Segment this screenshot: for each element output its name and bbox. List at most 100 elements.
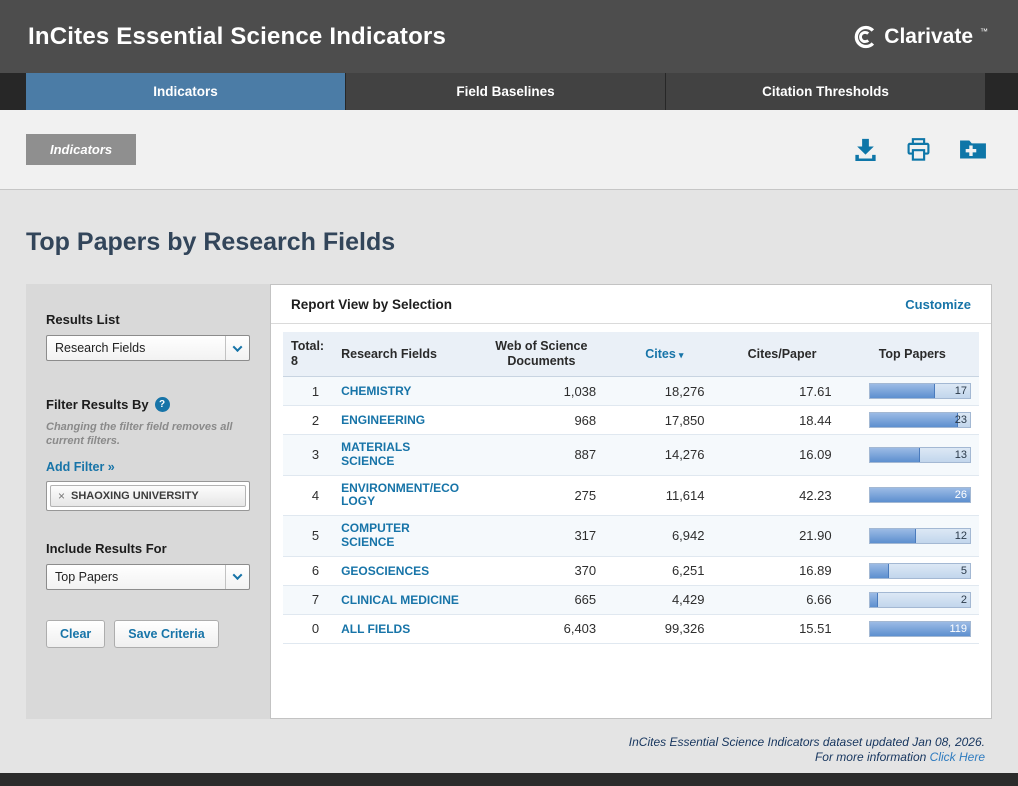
filter-chip[interactable]: × SHAOXING UNIVERSITY <box>50 485 246 507</box>
download-icon[interactable] <box>852 136 879 163</box>
main-tab-bar: Indicators Field Baselines Citation Thre… <box>0 73 1018 110</box>
total-header: Total: 8 <box>283 332 335 377</box>
top-papers-bar: 17 <box>869 383 971 399</box>
tab-citation-thresholds[interactable]: Citation Thresholds <box>666 73 985 110</box>
top-papers-value: 119 <box>949 623 967 635</box>
filter-chip-label: SHAOXING UNIVERSITY <box>71 490 199 502</box>
table-body: 1CHEMISTRY1,03818,27617.61172ENGINEERING… <box>283 377 979 644</box>
research-field-link[interactable]: MATERIALS SCIENCE <box>341 441 461 469</box>
research-field-link[interactable]: ENGINEERING <box>341 414 425 428</box>
rank-cell: 6 <box>283 556 335 585</box>
folder-add-icon[interactable] <box>958 136 988 163</box>
top-papers-value: 17 <box>955 385 967 397</box>
top-papers-cell: 119 <box>846 614 979 643</box>
research-field-link[interactable]: CHEMISTRY <box>341 385 411 399</box>
research-field-link[interactable]: ALL FIELDS <box>341 623 410 637</box>
report-title: Report View by Selection <box>291 297 452 312</box>
save-criteria-button[interactable]: Save Criteria <box>114 620 218 648</box>
sidebar-buttons: Clear Save Criteria <box>46 620 250 648</box>
report-table: Total: 8 Research Fields Web of Science … <box>283 332 979 644</box>
help-icon[interactable]: ? <box>155 397 170 412</box>
click-here-link[interactable]: Click Here <box>930 750 985 764</box>
rank-cell: 5 <box>283 516 335 557</box>
table-header: Total: 8 Research Fields Web of Science … <box>283 332 979 377</box>
cites-per-paper-cell: 18.44 <box>719 406 846 435</box>
column-research-fields: Research Fields <box>335 332 473 377</box>
remove-filter-icon[interactable]: × <box>58 489 65 503</box>
field-cell: CHEMISTRY <box>335 377 473 406</box>
print-icon[interactable] <box>905 136 932 163</box>
cites-per-paper-cell: 16.89 <box>719 556 846 585</box>
report-panel: Report View by Selection Customize Total… <box>270 284 992 719</box>
content-area: Results List Research Fields Filter Resu… <box>26 284 992 719</box>
clear-button[interactable]: Clear <box>46 620 105 648</box>
cites-per-paper-cell: 15.51 <box>719 614 846 643</box>
cites-per-paper-cell: 17.61 <box>719 377 846 406</box>
cites-cell: 4,429 <box>610 585 718 614</box>
tab-field-baselines[interactable]: Field Baselines <box>346 73 665 110</box>
top-papers-bar: 12 <box>869 528 971 544</box>
cites-sort-link[interactable]: Cites▾ <box>645 347 683 361</box>
top-papers-cell: 26 <box>846 475 979 516</box>
table-row: 3MATERIALS SCIENCE88714,27616.0913 <box>283 435 979 476</box>
table-row: 4ENVIRONMENT/ECOLOGY27511,61442.2326 <box>283 475 979 516</box>
table-row: 2ENGINEERING96817,85018.4423 <box>283 406 979 435</box>
clarivate-logo-icon <box>853 25 877 49</box>
top-papers-cell: 5 <box>846 556 979 585</box>
filter-chip-box: × SHAOXING UNIVERSITY <box>46 481 250 511</box>
include-results-label: Include Results For <box>46 541 250 556</box>
filter-results-label: Filter Results By ? <box>46 397 250 412</box>
column-wos-documents: Web of Science Documents <box>473 332 611 377</box>
cites-cell: 11,614 <box>610 475 718 516</box>
top-papers-bar: 5 <box>869 563 971 579</box>
field-cell: CLINICAL MEDICINE <box>335 585 473 614</box>
research-field-link[interactable]: CLINICAL MEDICINE <box>341 594 459 608</box>
column-cites: Cites▾ <box>610 332 718 377</box>
footer-note: InCites Essential Science Indicators dat… <box>0 735 985 765</box>
top-papers-cell: 13 <box>846 435 979 476</box>
table-row: 0ALL FIELDS6,40399,32615.51119 <box>283 614 979 643</box>
table-row: 1CHEMISTRY1,03818,27617.6117 <box>283 377 979 406</box>
top-papers-bar: 26 <box>869 487 971 503</box>
trademark-symbol: ™ <box>980 27 988 36</box>
top-papers-cell: 17 <box>846 377 979 406</box>
research-field-link[interactable]: COMPUTER SCIENCE <box>341 522 461 550</box>
clarivate-logo-text: Clarivate <box>884 25 973 49</box>
rank-cell: 0 <box>283 614 335 643</box>
cites-per-paper-cell: 16.09 <box>719 435 846 476</box>
cites-cell: 6,942 <box>610 516 718 557</box>
cites-cell: 14,276 <box>610 435 718 476</box>
cites-cell: 99,326 <box>610 614 718 643</box>
field-cell: ALL FIELDS <box>335 614 473 643</box>
wos-documents-cell: 1,038 <box>473 377 611 406</box>
field-cell: ENGINEERING <box>335 406 473 435</box>
field-cell: MATERIALS SCIENCE <box>335 435 473 476</box>
rank-cell: 4 <box>283 475 335 516</box>
rank-cell: 3 <box>283 435 335 476</box>
cites-cell: 17,850 <box>610 406 718 435</box>
include-results-select[interactable]: Top Papers <box>46 564 250 590</box>
customize-link[interactable]: Customize <box>905 297 971 312</box>
tab-indicators[interactable]: Indicators <box>26 73 345 110</box>
breadcrumb-indicators[interactable]: Indicators <box>26 134 136 165</box>
results-list-select[interactable]: Research Fields <box>46 335 250 361</box>
top-papers-bar: 119 <box>869 621 971 637</box>
report-header: Report View by Selection Customize <box>271 285 991 324</box>
research-field-link[interactable]: GEOSCIENCES <box>341 565 429 579</box>
cites-per-paper-cell: 6.66 <box>719 585 846 614</box>
wos-documents-cell: 968 <box>473 406 611 435</box>
more-info-text: For more information <box>815 750 926 764</box>
top-papers-bar: 2 <box>869 592 971 608</box>
filters-sidebar: Results List Research Fields Filter Resu… <box>26 284 270 719</box>
wos-documents-cell: 370 <box>473 556 611 585</box>
filter-note: Changing the filter field removes all cu… <box>46 420 242 449</box>
field-cell: ENVIRONMENT/ECOLOGY <box>335 475 473 516</box>
top-papers-cell: 2 <box>846 585 979 614</box>
research-field-link[interactable]: ENVIRONMENT/ECOLOGY <box>341 482 461 510</box>
top-papers-cell: 12 <box>846 516 979 557</box>
wos-documents-cell: 317 <box>473 516 611 557</box>
toolbar-actions <box>852 136 988 163</box>
add-filter-link[interactable]: Add Filter » <box>46 460 115 474</box>
page-title: Top Papers by Research Fields <box>26 228 1018 257</box>
top-papers-value: 12 <box>955 530 967 542</box>
